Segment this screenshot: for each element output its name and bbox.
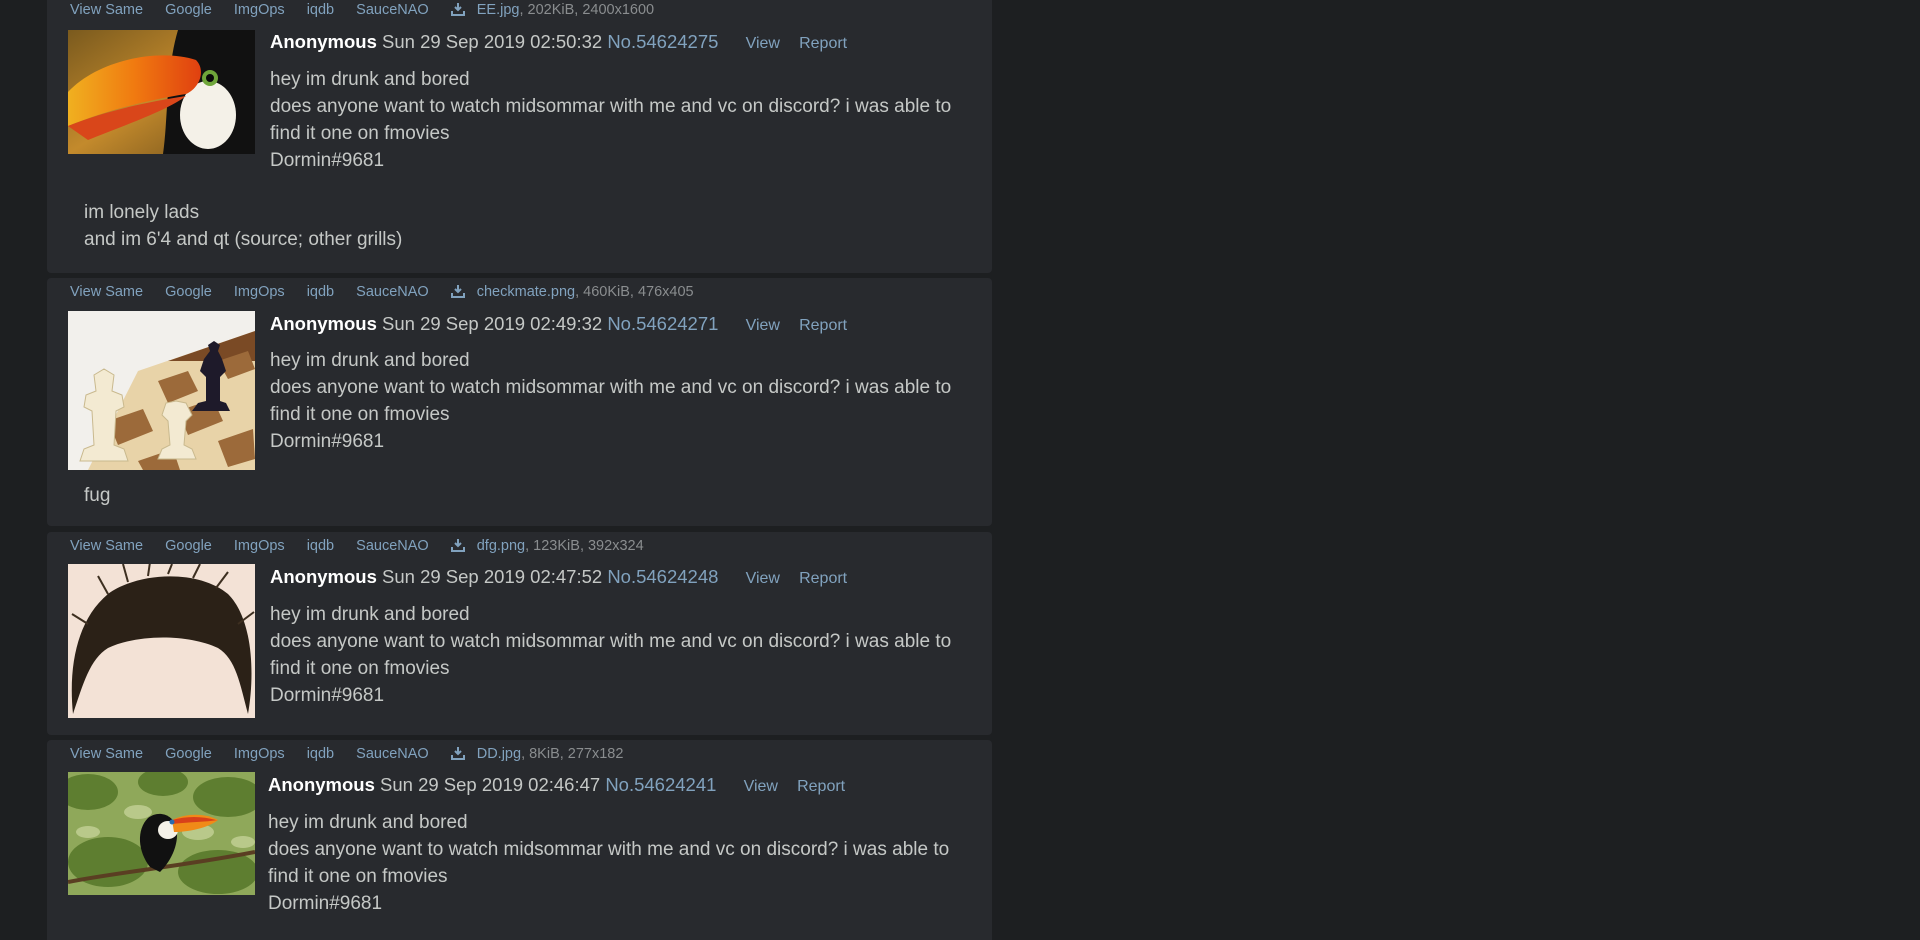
message-line: Dormin#9681 [268, 893, 383, 914]
download-icon[interactable] [450, 2, 465, 16]
post-header: Anonymous Sun 29 Sep 2019 02:50:32 No.54… [270, 30, 847, 54]
download-icon[interactable] [450, 284, 465, 298]
post-date: Sun 29 Sep 2019 02:46:47 [380, 774, 601, 795]
poster-name: Anonymous [270, 31, 377, 52]
message-line: does anyone want to watch midsommar with… [270, 631, 952, 679]
post-thumbnail[interactable] [68, 772, 255, 895]
message-line: hey im drunk and bored [270, 69, 470, 90]
view-same-link[interactable]: View Same [70, 2, 143, 18]
post-number-link[interactable]: No.54624271 [607, 313, 718, 334]
view-post-link[interactable]: View [746, 317, 780, 334]
file-name-link[interactable]: checkmate.png [477, 284, 575, 300]
iqdb-link[interactable]: iqdb [307, 2, 334, 18]
view-post-link[interactable]: View [744, 778, 778, 795]
post-number-link[interactable]: No.54624248 [607, 566, 718, 587]
post-date: Sun 29 Sep 2019 02:50:32 [382, 31, 603, 52]
file-info-bar: View Same Google ImgOps iqdb SauceNAO EE… [70, 0, 654, 21]
file-meta: , 460KiB, 476x405 [575, 284, 694, 300]
message-line: Dormin#9681 [270, 685, 385, 706]
message-line: does anyone want to watch midsommar with… [270, 96, 952, 144]
post: View Same Google ImgOps iqdb SauceNAO ch… [47, 278, 992, 526]
report-post-link[interactable]: Report [797, 778, 845, 795]
post: View Same Google ImgOps iqdb SauceNAO df… [47, 532, 992, 735]
message-line: fug [84, 485, 111, 506]
post-header: Anonymous Sun 29 Sep 2019 02:49:32 No.54… [270, 312, 847, 336]
iqdb-link[interactable]: iqdb [307, 538, 334, 554]
report-post-link[interactable]: Report [799, 317, 847, 334]
view-same-link[interactable]: View Same [70, 284, 143, 300]
iqdb-link[interactable]: iqdb [307, 284, 334, 300]
post-message: hey im drunk and bored does anyone want … [270, 66, 970, 174]
iqdb-link[interactable]: iqdb [307, 746, 334, 762]
file-meta: , 202KiB, 2400x1600 [519, 2, 655, 18]
poster-name: Anonymous [268, 774, 375, 795]
google-link[interactable]: Google [165, 284, 212, 300]
post: View Same Google ImgOps iqdb SauceNAO EE… [47, 0, 992, 273]
message-line: and im 6'4 and qt (source; other grills) [84, 229, 403, 250]
file-meta: , 8KiB, 277x182 [521, 746, 624, 762]
file-info-bar: View Same Google ImgOps iqdb SauceNAO DD… [70, 743, 623, 765]
imgops-link[interactable]: ImgOps [234, 284, 285, 300]
message-line: does anyone want to watch midsommar with… [270, 377, 952, 425]
poster-name: Anonymous [270, 566, 377, 587]
post-thumbnail[interactable] [68, 564, 255, 718]
view-same-link[interactable]: View Same [70, 746, 143, 762]
post-date: Sun 29 Sep 2019 02:47:52 [382, 566, 603, 587]
google-link[interactable]: Google [165, 746, 212, 762]
file-info-bar: View Same Google ImgOps iqdb SauceNAO df… [70, 535, 644, 557]
view-post-link[interactable]: View [746, 35, 780, 52]
report-post-link[interactable]: Report [799, 35, 847, 52]
download-icon[interactable] [450, 538, 465, 552]
saucenao-link[interactable]: SauceNAO [356, 746, 429, 762]
file-info-bar: View Same Google ImgOps iqdb SauceNAO ch… [70, 281, 694, 303]
post-date: Sun 29 Sep 2019 02:49:32 [382, 313, 603, 334]
post-number-link[interactable]: No.54624275 [607, 31, 718, 52]
message-line: Dormin#9681 [270, 431, 385, 452]
post-thumbnail[interactable] [68, 311, 255, 470]
post-message: hey im drunk and bored does anyone want … [270, 347, 970, 455]
post-message-continued: fug [84, 482, 110, 509]
view-post-link[interactable]: View [746, 570, 780, 587]
imgops-link[interactable]: ImgOps [234, 746, 285, 762]
imgops-link[interactable]: ImgOps [234, 2, 285, 18]
report-post-link[interactable]: Report [799, 570, 847, 587]
saucenao-link[interactable]: SauceNAO [356, 538, 429, 554]
post-header: Anonymous Sun 29 Sep 2019 02:47:52 No.54… [270, 565, 847, 589]
file-meta: , 123KiB, 392x324 [525, 538, 644, 554]
message-line: hey im drunk and bored [268, 812, 468, 833]
download-icon[interactable] [450, 746, 465, 760]
file-name-link[interactable]: dfg.png [477, 538, 525, 554]
view-same-link[interactable]: View Same [70, 538, 143, 554]
google-link[interactable]: Google [165, 2, 212, 18]
message-line: im lonely lads [84, 202, 200, 223]
message-line: hey im drunk and bored [270, 350, 470, 371]
file-name-link[interactable]: DD.jpg [477, 746, 521, 762]
saucenao-link[interactable]: SauceNAO [356, 284, 429, 300]
post-message: hey im drunk and bored does anyone want … [270, 601, 970, 709]
message-line: hey im drunk and bored [270, 604, 470, 625]
post-thumbnail[interactable] [68, 30, 255, 154]
saucenao-link[interactable]: SauceNAO [356, 2, 429, 18]
post: View Same Google ImgOps iqdb SauceNAO DD… [47, 740, 992, 940]
file-name-link[interactable]: EE.jpg [477, 2, 520, 18]
post-number-link[interactable]: No.54624241 [605, 774, 716, 795]
post-message-continued: im lonely lads and im 6'4 and qt (source… [84, 199, 402, 253]
post-message: hey im drunk and bored does anyone want … [268, 809, 968, 917]
poster-name: Anonymous [270, 313, 377, 334]
message-line: Dormin#9681 [270, 150, 385, 171]
imgops-link[interactable]: ImgOps [234, 538, 285, 554]
message-line: does anyone want to watch midsommar with… [268, 839, 950, 887]
post-header: Anonymous Sun 29 Sep 2019 02:46:47 No.54… [268, 773, 845, 797]
google-link[interactable]: Google [165, 538, 212, 554]
